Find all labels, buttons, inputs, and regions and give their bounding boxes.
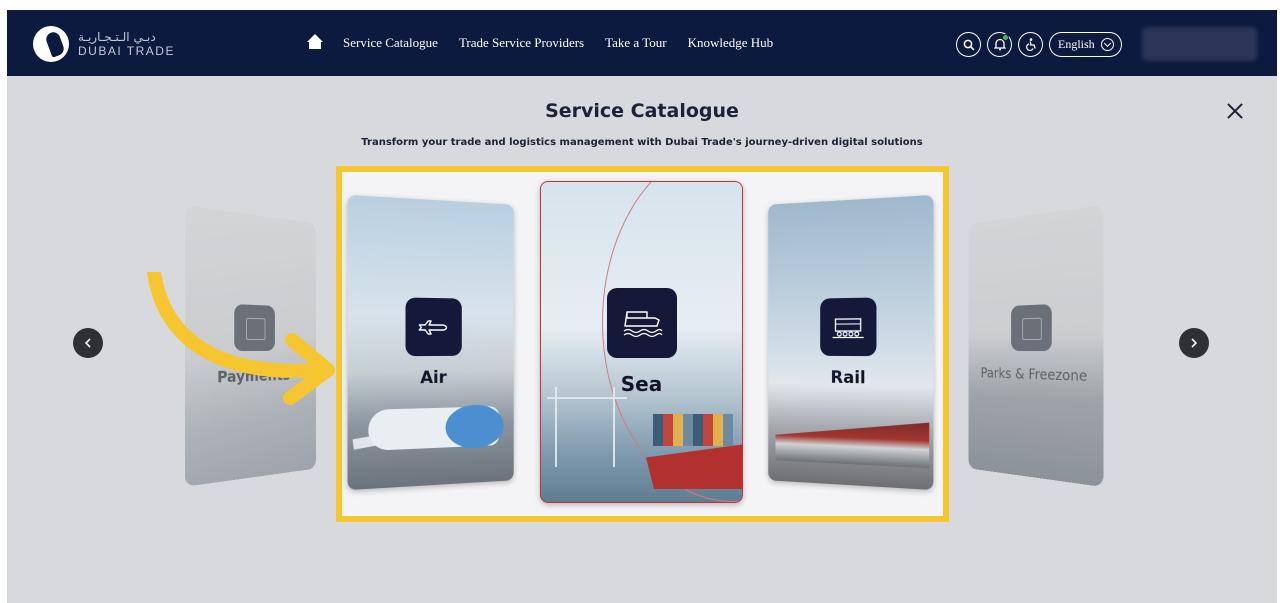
- card-label: Sea: [620, 372, 663, 396]
- logo-mark-icon: [33, 26, 69, 62]
- card-label: Air: [420, 367, 447, 389]
- card-rail[interactable]: Rail: [768, 194, 934, 491]
- ship-icon: [606, 288, 677, 358]
- nav-knowledge-hub[interactable]: Knowledge Hub: [688, 35, 774, 51]
- guide-arrow-icon: [147, 272, 335, 405]
- card-label: Parks & Freezone: [980, 365, 1088, 386]
- logo-text: دبـي الـتـجـاريـة DUBAI TRADE: [78, 31, 175, 57]
- airplane-icon: [405, 297, 462, 357]
- carousel-next-button[interactable]: [1179, 328, 1209, 358]
- chevron-right-icon: [1191, 338, 1198, 348]
- crane-shape: [547, 387, 627, 467]
- card-label: Rail: [830, 367, 866, 389]
- logo-english: DUBAI TRADE: [78, 44, 175, 58]
- nav-service-catalogue[interactable]: Service Catalogue: [343, 35, 438, 51]
- notification-dot: [1002, 34, 1009, 41]
- page-title: Service Catalogue: [545, 100, 739, 122]
- carousel-prev-button[interactable]: [73, 328, 103, 358]
- nav-trade-service-providers[interactable]: Trade Service Providers: [459, 35, 584, 51]
- search-button[interactable]: [956, 32, 981, 57]
- top-navbar: دبـي الـتـجـاريـة DUBAI TRADE Service Ca…: [7, 10, 1277, 76]
- card-sea[interactable]: Sea: [540, 181, 743, 503]
- language-select[interactable]: English: [1049, 32, 1122, 57]
- main-nav: Service Catalogue Trade Service Provider…: [307, 34, 794, 52]
- wheelchair-icon: [1025, 38, 1036, 51]
- card-air[interactable]: Air: [347, 194, 514, 491]
- chevron-left-icon: [84, 338, 91, 348]
- search-icon: [963, 39, 975, 51]
- notifications-button[interactable]: [987, 32, 1012, 57]
- containers-shape: [653, 414, 733, 446]
- chevron-down-icon: [1100, 38, 1114, 51]
- parks-icon: [1011, 304, 1052, 352]
- logo-arabic: دبـي الـتـجـاريـة: [78, 30, 156, 44]
- app-window: دبـي الـتـجـاريـة DUBAI TRADE Service Ca…: [7, 10, 1277, 603]
- train-shape: [776, 418, 930, 468]
- page-subtitle: Transform your trade and logistics manag…: [361, 137, 923, 148]
- card-parks-freezone[interactable]: Parks & Freezone: [968, 204, 1104, 488]
- dubai-trade-logo[interactable]: دبـي الـتـجـاريـة DUBAI TRADE: [33, 26, 175, 62]
- header-tools: English: [956, 32, 1122, 57]
- language-label: English: [1058, 37, 1095, 51]
- close-button[interactable]: [1224, 100, 1246, 122]
- home-icon[interactable]: [307, 34, 323, 52]
- accessibility-button[interactable]: [1018, 32, 1043, 57]
- nav-take-a-tour[interactable]: Take a Tour: [605, 35, 666, 51]
- user-profile-menu[interactable]: [1142, 27, 1257, 61]
- train-icon: [820, 297, 877, 357]
